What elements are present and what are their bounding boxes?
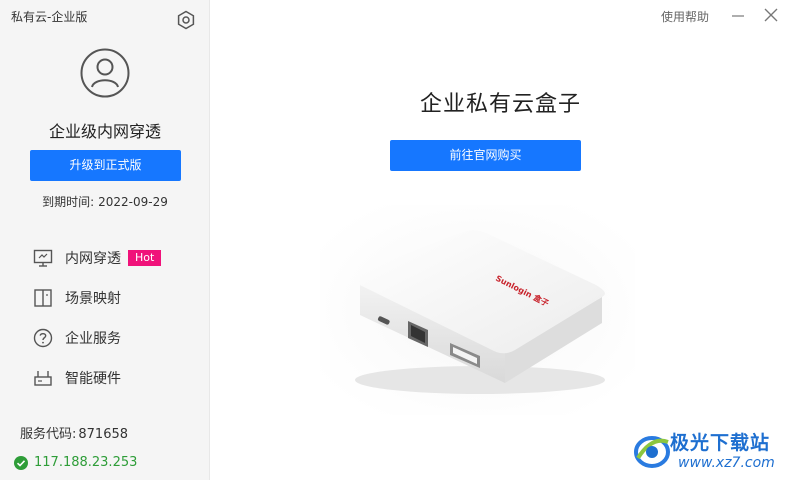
sidebar-item-scene-mapping[interactable]: 场景映射 bbox=[32, 278, 161, 318]
watermark-url: www.xz7.com bbox=[678, 455, 775, 471]
sidebar-item-label: 智能硬件 bbox=[65, 371, 121, 387]
service-code: 服务代码: 871658 bbox=[20, 423, 128, 442]
sidebar-item-enterprise-service[interactable]: 企业服务 bbox=[32, 318, 161, 358]
sidebar-item-label: 内网穿透 bbox=[65, 251, 121, 267]
settings-icon bbox=[177, 10, 195, 30]
sidebar-item-label: 场景映射 bbox=[65, 291, 121, 307]
expiry-date: 到期时间: 2022-09-29 bbox=[0, 193, 210, 210]
expiry-label: 到期时间: bbox=[42, 195, 95, 209]
router-icon bbox=[32, 367, 54, 389]
help-link[interactable]: 使用帮助 bbox=[661, 8, 709, 25]
watermark: 极光下载站 www.xz7.com bbox=[632, 426, 787, 478]
sidebar-item-smart-hardware[interactable]: 智能硬件 bbox=[32, 358, 161, 398]
upgrade-button[interactable]: 升级到正式版 bbox=[30, 150, 181, 181]
close-button[interactable] bbox=[763, 7, 779, 23]
service-code-label: 服务代码: bbox=[20, 427, 77, 442]
sidebar-nav: 内网穿透 Hot 场景映射 企业服务 智能硬件 bbox=[32, 238, 162, 398]
ip-address: 117.188.23.253 bbox=[34, 455, 138, 470]
buy-button[interactable]: 前往官网购买 bbox=[390, 140, 581, 171]
watermark-text: 极光下载站 bbox=[670, 432, 771, 454]
product-title: 企业私有云盒子 bbox=[419, 92, 581, 117]
close-icon bbox=[764, 8, 778, 22]
watermark-logo-icon bbox=[634, 436, 670, 468]
settings-button[interactable] bbox=[176, 10, 196, 30]
product-image: Sunlogin 盒子 bbox=[320, 205, 635, 415]
split-panel-icon bbox=[32, 287, 54, 309]
sidebar: 私有云-企业版 企业级内网穿透 升级到正式版 到期时间: 2022-09-29 内… bbox=[0, 0, 210, 480]
sidebar-item-intranet-penetration[interactable]: 内网穿透 Hot bbox=[32, 238, 162, 278]
sidebar-item-label: 企业服务 bbox=[65, 331, 121, 347]
service-code-value: 871658 bbox=[78, 427, 129, 442]
avatar-icon bbox=[80, 48, 130, 98]
ip-status: 117.188.23.253 bbox=[14, 455, 137, 470]
check-circle-icon bbox=[14, 455, 28, 470]
app-title: 私有云-企业版 bbox=[11, 10, 88, 24]
expiry-value: 2022-09-29 bbox=[98, 195, 168, 209]
help-circle-icon bbox=[32, 327, 54, 349]
minimize-icon bbox=[732, 15, 744, 17]
monitor-icon bbox=[32, 247, 54, 269]
plan-name: 企业级内网穿透 bbox=[48, 122, 161, 141]
minimize-button[interactable] bbox=[729, 8, 747, 24]
hot-badge: Hot bbox=[128, 250, 162, 266]
